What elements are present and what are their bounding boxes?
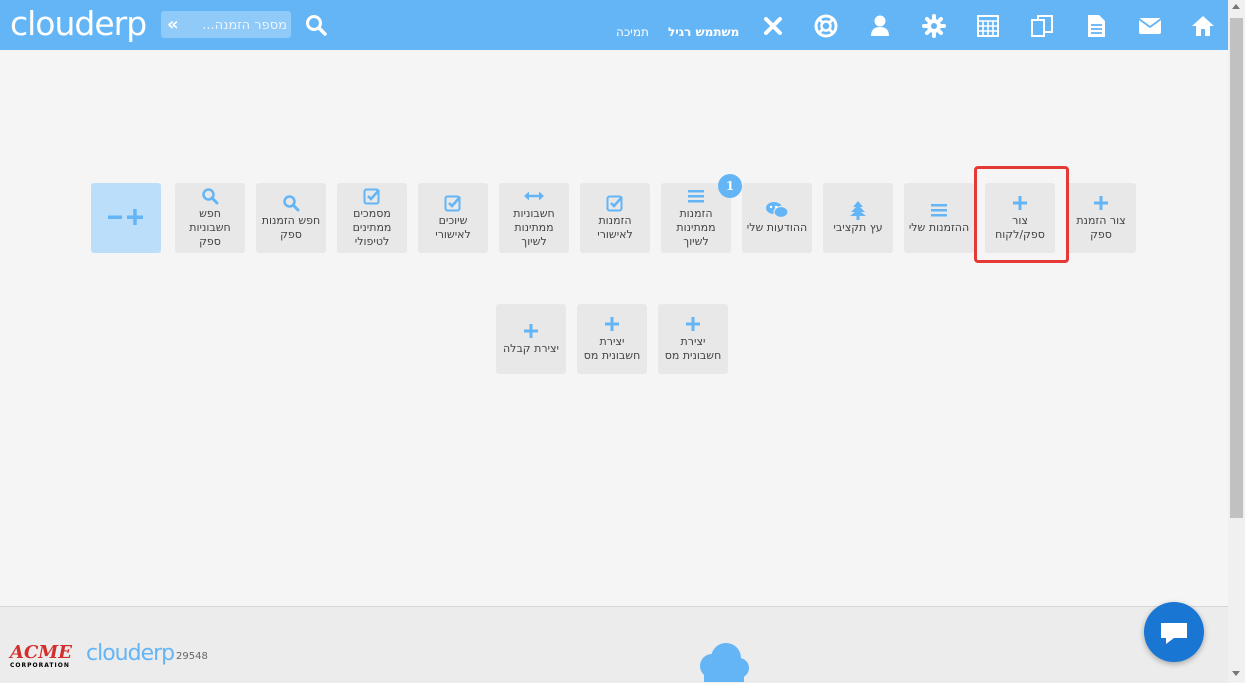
order-number-input[interactable] [187,14,289,36]
acme-logo: ACME [10,642,72,663]
tile-search-supplier-invoices[interactable]: חפש חשבוניות ספק [175,183,245,253]
tile-budget-tree[interactable]: עץ תקציבי [823,183,893,253]
tile-label: ההזמנות שלי [908,221,970,234]
tile-label: יצירת קבלה [503,342,559,355]
zoom-toggle-button[interactable] [91,183,161,253]
tile-label: יצירת חשבונית מס [664,335,722,362]
tile-create-tax-invoice[interactable]: יצירת חשבונית מס [658,304,728,374]
tile-orders-for-approval[interactable]: הזמנות לאישורי [580,183,650,253]
plus-icon [523,322,539,340]
search-icon [282,194,300,212]
arrows-icon [523,187,545,205]
tile-create-receipt[interactable]: יצירת קבלה [496,304,566,374]
tile-label: ההודעות שלי [746,221,808,234]
search-icon [201,187,219,205]
acme-logo-subtitle: CORPORATION [10,662,70,669]
chat-icon [765,201,789,219]
tile-my-messages[interactable]: ההודעות שלי [742,183,812,253]
envelope-icon[interactable] [1137,13,1163,39]
scroll-up-arrow-icon[interactable] [1232,4,1240,9]
calculator-icon[interactable] [975,13,1001,39]
tile-label: הזמנות ממתינות לשיוך [676,207,716,248]
tile-label: צור הזמנת ספק [1076,214,1126,241]
gear-icon[interactable] [921,13,947,39]
chat-widget-button[interactable] [1144,602,1204,662]
support-link[interactable]: תמיכה [616,25,649,39]
tree-icon [849,201,867,220]
tile-create-tax-invoice-2[interactable]: יצירת חשבונית מס [577,304,647,374]
check-icon [363,187,381,205]
plus-icon [1093,194,1109,212]
chat-bubble-icon [1161,623,1187,644]
footer-number: 29548 [176,651,208,662]
tile-label: חפש חשבוניות ספק [189,207,231,248]
check-icon [444,194,462,212]
tile-label: חשבוניות ממתינות לשיוך [513,207,555,248]
lifebuoy-icon[interactable] [813,13,839,39]
footer-clouderp-logo: clouderp [86,641,175,666]
tile-label: שיוכים לאישורי [435,214,471,241]
minus-plus-icon [106,207,146,227]
tile-assignments-for-approval[interactable]: שיוכים לאישורי [418,183,488,253]
footer [0,606,1228,683]
chevron-double-left-icon[interactable]: « [167,14,179,35]
cloud-icon [700,643,749,682]
tile-my-orders[interactable]: ההזמנות שלי [904,183,974,253]
scrollbar-thumb[interactable] [1230,18,1243,518]
tile-label: חפש הזמנות ספק [261,214,321,241]
notification-badge: 1 [718,174,742,198]
scroll-down-arrow-icon[interactable] [1232,671,1240,676]
tile-documents-awaiting-handling[interactable]: מסמכים ממתינים לטיפולי [337,183,407,253]
tile-search-supplier-orders[interactable]: חפש הזמנות ספק [256,183,326,253]
document-icon[interactable] [1083,13,1109,39]
user-icon[interactable] [867,13,893,39]
tile-label: מסמכים ממתינים לטיפולי [352,207,392,248]
highlight-box [974,166,1069,263]
user-name[interactable]: משתמש רגיל [668,25,739,39]
tile-create-supplier-order[interactable]: צור הזמנת ספק [1066,183,1136,253]
copy-icon[interactable] [1029,13,1055,39]
plus-icon [604,315,620,333]
tile-label: הזמנות לאישורי [597,214,633,241]
clouderp-logo[interactable]: clouderp [10,4,147,43]
search-icon[interactable] [304,13,328,37]
plus-icon [685,315,701,333]
list-icon [930,201,948,219]
tile-invoices-awaiting-assignment[interactable]: חשבוניות ממתינות לשיוך [499,183,569,253]
close-icon[interactable] [760,13,786,39]
check-icon [606,194,624,212]
home-icon[interactable] [1190,13,1216,39]
tile-label: עץ תקציבי [833,221,883,234]
tile-label: יצירת חשבונית מס [583,335,641,362]
order-search-box: « [161,11,291,38]
list-icon [687,187,705,205]
